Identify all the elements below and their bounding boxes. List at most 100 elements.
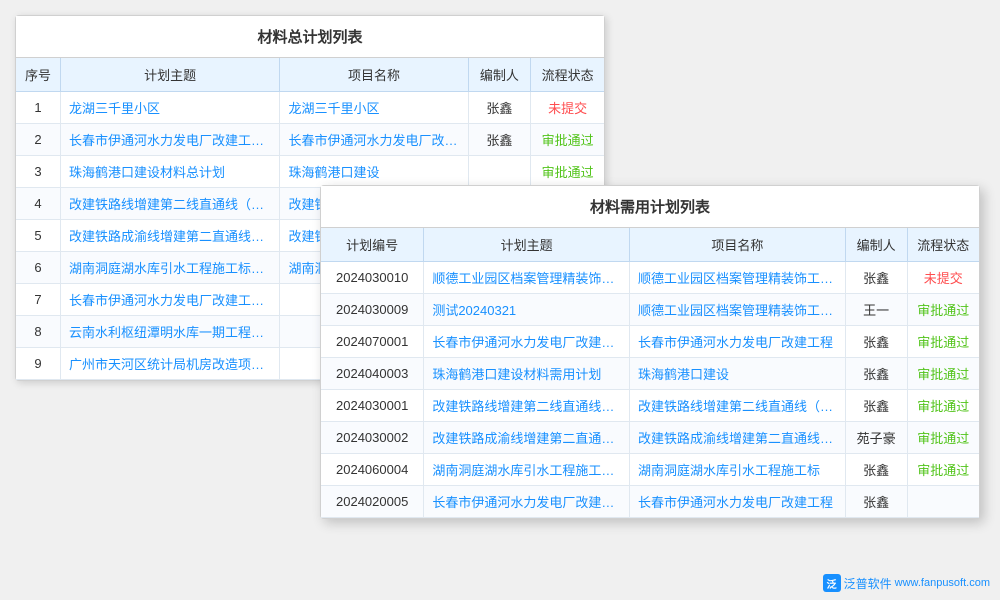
watermark-url: www.fanpusoft.com	[895, 577, 990, 589]
cell-author: 张鑫	[845, 358, 907, 390]
panel2-col-status: 流程状态	[907, 228, 979, 262]
panel2-col-author: 编制人	[845, 228, 907, 262]
cell-theme[interactable]: 测试20240321	[424, 294, 630, 326]
panel1-title: 材料总计划列表	[16, 16, 604, 58]
cell-code: 2024070001	[321, 326, 424, 358]
cell-id: 2	[16, 124, 60, 156]
panel1-col-status: 流程状态	[531, 58, 604, 92]
panel2-col-project: 项目名称	[629, 228, 845, 262]
cell-theme[interactable]: 改建铁路线增建第二线直通线（成都...	[424, 390, 630, 422]
cell-author: 张鑫	[468, 124, 531, 156]
table-row: 1 龙湖三千里小区 龙湖三千里小区 张鑫 未提交	[16, 92, 604, 124]
cell-project[interactable]: 珠海鹤港口建设	[280, 156, 468, 188]
cell-status	[907, 486, 979, 518]
demand-plan-panel: 材料需用计划列表 计划编号 计划主题 项目名称 编制人 流程状态 2024030…	[320, 185, 980, 519]
table-row: 3 珠海鹤港口建设材料总计划 珠海鹤港口建设 审批通过	[16, 156, 604, 188]
cell-author: 张鑫	[845, 326, 907, 358]
cell-status: 审批通过	[907, 358, 979, 390]
cell-status: 审批通过	[907, 390, 979, 422]
cell-theme[interactable]: 顺德工业园区档案管理精装饰工程（...	[424, 262, 630, 294]
cell-status: 审批通过	[907, 294, 979, 326]
table-row: 2024030001 改建铁路线增建第二线直通线（成都... 改建铁路线增建第二…	[321, 390, 979, 422]
panel2-col-theme: 计划主题	[424, 228, 630, 262]
watermark-logo: 泛 泛普软件 www.fanpusoft.com	[823, 574, 990, 592]
cell-author: 张鑫	[468, 92, 531, 124]
cell-code: 2024030010	[321, 262, 424, 294]
cell-author: 张鑫	[845, 262, 907, 294]
cell-id: 4	[16, 188, 60, 220]
cell-project[interactable]: 改建铁路线增建第二线直通线（成都...	[629, 390, 845, 422]
cell-code: 2024060004	[321, 454, 424, 486]
cell-theme[interactable]: 改建铁路成渝线增建第二直通线（成...	[424, 422, 630, 454]
cell-author: 张鑫	[845, 454, 907, 486]
table-row: 2024020005 长春市伊通河水力发电厂改建工程材... 长春市伊通河水力发…	[321, 486, 979, 518]
cell-theme[interactable]: 珠海鹤港口建设材料总计划	[60, 156, 280, 188]
cell-status: 未提交	[907, 262, 979, 294]
cell-author: 王一	[845, 294, 907, 326]
cell-project[interactable]: 顺德工业园区档案管理精装饰工程（...	[629, 262, 845, 294]
cell-id: 9	[16, 348, 60, 380]
cell-status: 审批通过	[531, 124, 604, 156]
panel1-col-author: 编制人	[468, 58, 531, 92]
cell-author: 苑子豪	[845, 422, 907, 454]
panel2-col-code: 计划编号	[321, 228, 424, 262]
panel1-col-id: 序号	[16, 58, 60, 92]
cell-project[interactable]: 顺德工业园区档案管理精装饰工程（...	[629, 294, 845, 326]
cell-theme[interactable]: 长春市伊通河水力发电厂改建工程材...	[424, 486, 630, 518]
table-row: 2024030009 测试20240321 顺德工业园区档案管理精装饰工程（..…	[321, 294, 979, 326]
cell-id: 6	[16, 252, 60, 284]
cell-status: 未提交	[531, 92, 604, 124]
cell-project[interactable]: 长春市伊通河水力发电厂改建工程	[629, 326, 845, 358]
table-row: 2024040003 珠海鹤港口建设材料需用计划 珠海鹤港口建设 张鑫 审批通过	[321, 358, 979, 390]
cell-project[interactable]: 改建铁路成渝线增建第二直通线（成...	[629, 422, 845, 454]
cell-theme[interactable]: 广州市天河区统计局机房改造项目材料总计划	[60, 348, 280, 380]
cell-project[interactable]: 湖南洞庭湖水库引水工程施工标	[629, 454, 845, 486]
table-row: 2 长春市伊通河水力发电厂改建工程合同材料... 长春市伊通河水力发电厂改建工程…	[16, 124, 604, 156]
table-row: 2024030010 顺德工业园区档案管理精装饰工程（... 顺德工业园区档案管…	[321, 262, 979, 294]
cell-id: 3	[16, 156, 60, 188]
watermark-text: 泛普软件	[844, 575, 892, 592]
cell-theme[interactable]: 改建铁路成渝线增建第二直通线（成渝枢纽...	[60, 220, 280, 252]
watermark-icon: 泛	[823, 574, 841, 592]
cell-author: 张鑫	[845, 486, 907, 518]
table-row: 2024060004 湖南洞庭湖水库引水工程施工标材... 湖南洞庭湖水库引水工…	[321, 454, 979, 486]
table-row: 2024070001 长春市伊通河水力发电厂改建工程合... 长春市伊通河水力发…	[321, 326, 979, 358]
cell-code: 2024030009	[321, 294, 424, 326]
panel1-col-theme: 计划主题	[60, 58, 280, 92]
panel1-header-row: 序号 计划主题 项目名称 编制人 流程状态	[16, 58, 604, 92]
cell-author	[468, 156, 531, 188]
cell-code: 2024040003	[321, 358, 424, 390]
cell-status: 审批通过	[907, 422, 979, 454]
cell-code: 2024020005	[321, 486, 424, 518]
panel2-title: 材料需用计划列表	[321, 186, 979, 228]
cell-theme[interactable]: 龙湖三千里小区	[60, 92, 280, 124]
panel2-header-row: 计划编号 计划主题 项目名称 编制人 流程状态	[321, 228, 979, 262]
cell-project[interactable]: 珠海鹤港口建设	[629, 358, 845, 390]
panel2-table: 计划编号 计划主题 项目名称 编制人 流程状态 2024030010 顺德工业园…	[321, 228, 979, 518]
cell-id: 8	[16, 316, 60, 348]
cell-status: 审批通过	[907, 454, 979, 486]
panel2-body: 2024030010 顺德工业园区档案管理精装饰工程（... 顺德工业园区档案管…	[321, 262, 979, 518]
cell-theme[interactable]: 珠海鹤港口建设材料需用计划	[424, 358, 630, 390]
cell-theme[interactable]: 湖南洞庭湖水库引水工程施工标材料总计划	[60, 252, 280, 284]
table-row: 2024030002 改建铁路成渝线增建第二直通线（成... 改建铁路成渝线增建…	[321, 422, 979, 454]
cell-project[interactable]: 长春市伊通河水力发电厂改建工程	[629, 486, 845, 518]
panel1-col-project: 项目名称	[280, 58, 468, 92]
cell-code: 2024030001	[321, 390, 424, 422]
cell-project[interactable]: 长春市伊通河水力发电厂改建工程	[280, 124, 468, 156]
cell-theme[interactable]: 湖南洞庭湖水库引水工程施工标材...	[424, 454, 630, 486]
cell-code: 2024030002	[321, 422, 424, 454]
cell-author: 张鑫	[845, 390, 907, 422]
cell-theme[interactable]: 长春市伊通河水力发电厂改建工程合同材料...	[60, 124, 280, 156]
cell-status: 审批通过	[531, 156, 604, 188]
cell-theme[interactable]: 改建铁路线增建第二线直通线（成都-西安）...	[60, 188, 280, 220]
cell-theme[interactable]: 长春市伊通河水力发电厂改建工程材料总计划	[60, 284, 280, 316]
cell-id: 7	[16, 284, 60, 316]
watermark: 泛 泛普软件 www.fanpusoft.com	[823, 574, 990, 592]
cell-theme[interactable]: 长春市伊通河水力发电厂改建工程合...	[424, 326, 630, 358]
cell-theme[interactable]: 云南水利枢纽潭明水库一期工程施工标材料...	[60, 316, 280, 348]
cell-project[interactable]: 龙湖三千里小区	[280, 92, 468, 124]
cell-id: 1	[16, 92, 60, 124]
cell-status: 审批通过	[907, 326, 979, 358]
cell-id: 5	[16, 220, 60, 252]
